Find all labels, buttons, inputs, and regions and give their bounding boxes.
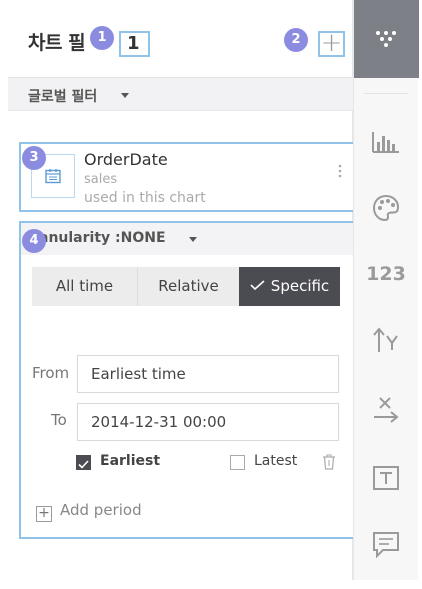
chevron-down-icon [121, 93, 129, 98]
trash-icon[interactable] [322, 454, 336, 470]
comment-icon [373, 532, 399, 558]
filter-tool-button[interactable] [354, 0, 419, 78]
segment-relative[interactable]: Relative [137, 267, 239, 306]
global-filter-toggle[interactable]: 글로벌 필터 [8, 78, 353, 111]
field-usage: used in this chart [84, 190, 206, 206]
latest-label: Latest [254, 453, 298, 469]
bar-chart-icon [372, 132, 399, 153]
text-icon [373, 466, 399, 490]
chart-filter-panel: 차트 필 1 + 글로벌 필터 OrderDate sales used in … [8, 0, 355, 580]
number-format-tool-button[interactable]: 123 [366, 254, 406, 294]
filter-field-card[interactable]: OrderDate sales used in this chart [19, 142, 355, 212]
add-filter-button[interactable]: + [318, 30, 345, 57]
annotation-badge-3: 3 [22, 146, 46, 170]
calendar-icon [45, 169, 61, 184]
latest-checkbox[interactable] [230, 455, 245, 470]
earliest-checkbox[interactable] [76, 455, 91, 470]
x-axis-icon [374, 397, 399, 423]
check-icon [250, 280, 265, 290]
segment-specific-label: Specific [270, 277, 330, 295]
comment-tool-button[interactable] [366, 524, 406, 564]
annotation-badge-1: 1 [90, 26, 114, 50]
plus-icon: + [36, 506, 52, 522]
chart-type-tool-button[interactable] [366, 122, 406, 162]
number-format-label: 123 [366, 263, 406, 285]
more-options-icon[interactable] [337, 163, 343, 179]
earliest-label: Earliest [100, 453, 161, 469]
add-period-label: Add period [60, 501, 142, 519]
global-filter-label: 글로벌 필터 [28, 89, 98, 105]
text-tool-button[interactable] [366, 458, 406, 498]
palette-icon [372, 194, 400, 222]
y-axis-icon [373, 327, 398, 352]
segment-all-time[interactable]: All time [32, 267, 137, 306]
segment-specific[interactable]: Specific [239, 267, 340, 306]
color-tool-button[interactable] [366, 188, 406, 228]
chevron-down-icon [189, 237, 197, 242]
granularity-label: anularity :NONE [39, 230, 166, 246]
panel-title: 차트 필 [28, 32, 86, 54]
from-input[interactable]: Earliest time [77, 355, 339, 393]
x-axis-tool-button[interactable] [366, 390, 406, 430]
right-toolbar: 123 [353, 0, 419, 580]
annotation-badge-2: 2 [284, 28, 308, 52]
granularity-panel: anularity :NONE All time Relative Specif… [19, 221, 355, 539]
to-input[interactable]: 2014-12-31 00:00 [77, 403, 339, 441]
filter-icon [376, 31, 396, 47]
granularity-dropdown[interactable]: anularity :NONE [21, 223, 353, 255]
annotation-badge-4: 4 [22, 229, 46, 253]
field-source: sales [84, 172, 118, 187]
y-axis-tool-button[interactable] [366, 320, 406, 360]
field-name: OrderDate [84, 150, 168, 169]
toolbar-divider [364, 93, 408, 94]
add-period-button[interactable]: + Add period [36, 501, 142, 522]
filter-count: 1 [119, 31, 150, 57]
to-label: To [51, 411, 67, 429]
check-icon [78, 460, 89, 469]
from-label: From [32, 364, 70, 382]
